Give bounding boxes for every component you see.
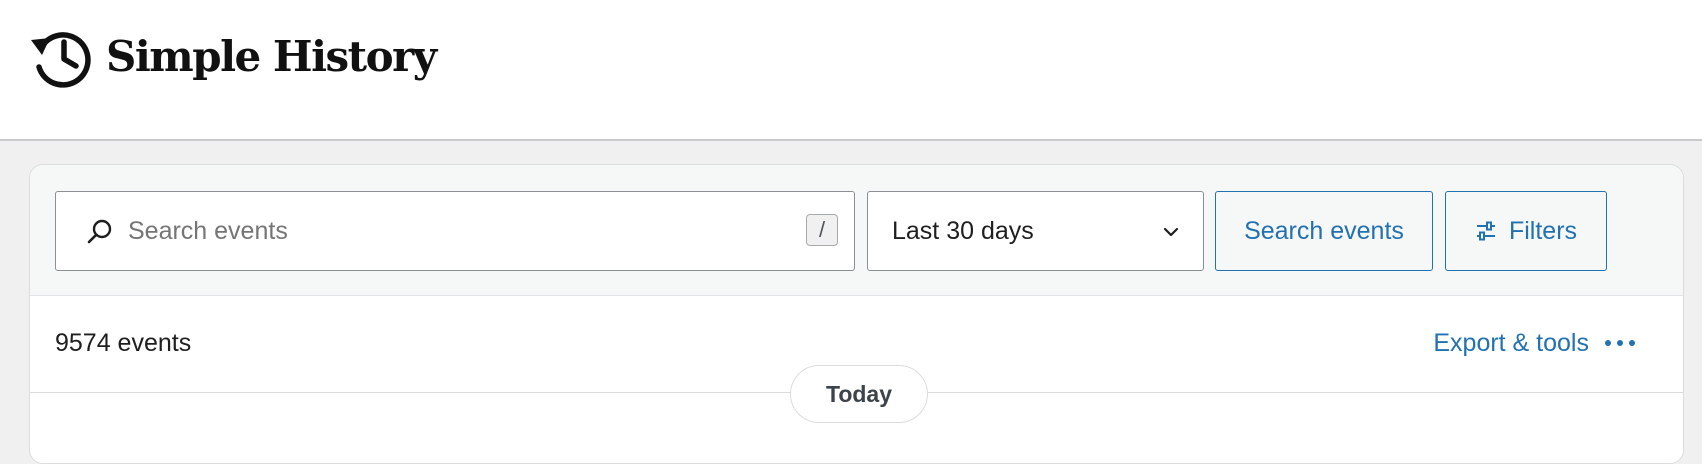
events-panel: / Last 30 days Search events Filters 957…: [29, 164, 1684, 464]
app-logo[interactable]: Simple History: [30, 24, 437, 90]
more-horizontal-icon[interactable]: [1603, 331, 1637, 355]
date-range-select[interactable]: Last 30 days: [867, 191, 1204, 271]
search-toolbar: / Last 30 days Search events Filters: [30, 165, 1683, 296]
keyboard-shortcut-hint: /: [806, 214, 838, 246]
search-events-button-label: Search events: [1244, 216, 1404, 245]
events-count: 9574 events: [55, 329, 192, 357]
search-input[interactable]: [128, 202, 768, 260]
top-header: Simple History: [0, 0, 1702, 141]
search-field[interactable]: /: [55, 191, 855, 271]
date-group-label: Today: [790, 365, 928, 423]
filters-button-label: Filters: [1508, 216, 1578, 245]
chevron-down-icon: [1163, 227, 1179, 237]
sliders-icon: [1476, 221, 1495, 241]
search-icon: [87, 219, 112, 244]
date-range-value: Last 30 days: [892, 217, 1034, 245]
filters-button[interactable]: Filters: [1445, 191, 1607, 271]
export-tools-link[interactable]: Export & tools: [1433, 329, 1589, 358]
history-clock-icon: [31, 32, 91, 88]
app-title: Simple History: [106, 32, 437, 81]
search-events-button[interactable]: Search events: [1215, 191, 1433, 271]
